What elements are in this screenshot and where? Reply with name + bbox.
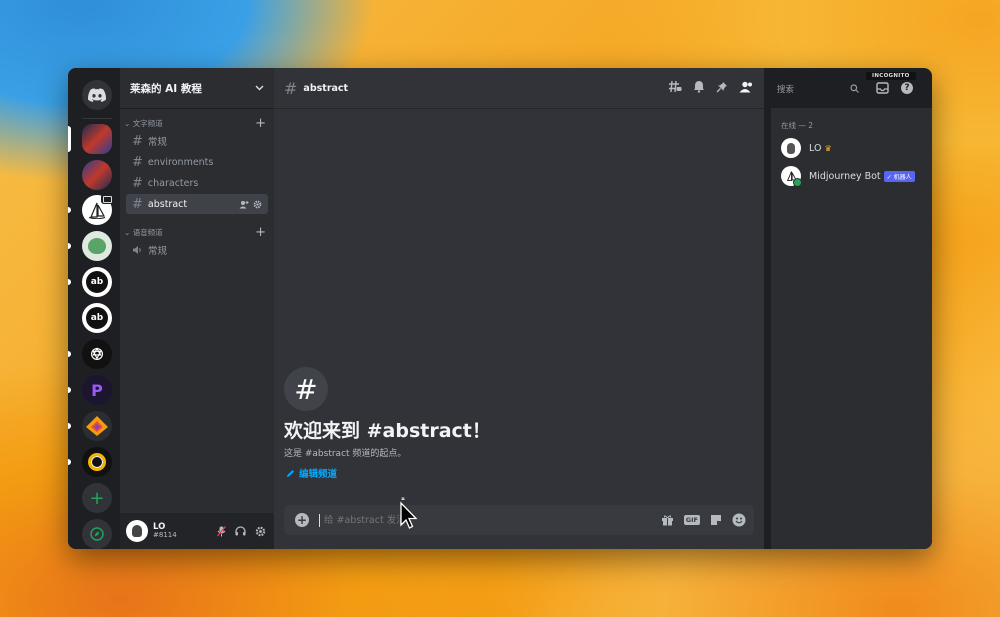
server-abstract-art-icon[interactable] [82, 124, 112, 154]
category-label: 文字频道 [132, 118, 163, 128]
category-text-channels[interactable]: ⌄ 文字频道 + [120, 116, 274, 131]
user-panel: LO #8114 [120, 513, 274, 549]
text-caret [319, 513, 320, 527]
active-server-pill [68, 126, 71, 152]
category-label: 语音频道 [132, 227, 163, 237]
user-tag: #8114 [153, 530, 177, 539]
channel-label: characters [147, 177, 199, 189]
chevron-down-icon: ⌄ [124, 118, 131, 128]
member-list-icon[interactable] [739, 81, 753, 93]
sticker-icon[interactable] [710, 514, 722, 526]
discord-window: ab ab P + 莱森的 AI 教程 ⌄ 文字频道 + # 常规 # envi… [68, 68, 932, 549]
bot-badge: ✓ 机器人 [883, 170, 915, 182]
channel-hashtag-icon: # [284, 367, 328, 411]
channel-label: 常规 [147, 137, 167, 148]
guild-name: 莱森的 AI 教程 [130, 82, 202, 95]
member-list: 在线 — 2 LO ♛ Midjourney Bot ✓ 机器人 [771, 108, 932, 549]
hashtag-icon: # [284, 78, 298, 98]
pin-icon[interactable] [716, 81, 728, 93]
channel-sidebar: 莱森的 AI 教程 ⌄ 文字频道 + # 常规 # environments # ch… [120, 68, 274, 549]
search-box[interactable]: 搜索 [772, 80, 864, 97]
gif-icon[interactable]: GIF [683, 515, 700, 525]
hashtag-icon: # [132, 154, 143, 170]
unread-pill [68, 459, 71, 465]
online-status-icon [793, 178, 802, 187]
server-rail: ab ab P + [68, 68, 120, 549]
chevron-down-icon [255, 85, 264, 91]
server-openai-icon[interactable] [82, 339, 112, 369]
edit-channel-label: 编辑频道 [299, 469, 338, 480]
server-ring-icon[interactable] [82, 447, 112, 477]
avatar [781, 166, 802, 187]
bell-icon[interactable] [693, 80, 705, 93]
message-input[interactable] [322, 513, 661, 527]
upload-plus-icon[interactable]: + [295, 513, 309, 527]
gear-icon[interactable] [253, 200, 262, 209]
voice-channel-general[interactable]: 常规 [126, 240, 268, 260]
server-frog-icon[interactable] [82, 231, 112, 261]
guild-header[interactable]: 莱森的 AI 教程 [120, 68, 274, 108]
server-ab-icon-2[interactable]: ab [82, 303, 112, 333]
gift-icon[interactable] [661, 514, 674, 526]
unread-pill [68, 423, 71, 429]
hashtag-icon: # [132, 175, 143, 191]
members-heading: 在线 — 2 [781, 121, 814, 130]
channel-label: environments [147, 156, 214, 168]
channel-title: abstract [303, 82, 349, 94]
speaker-icon [132, 245, 143, 255]
channel-item-general[interactable]: # 常规 [126, 131, 268, 151]
server-colorful-icon[interactable] [82, 411, 112, 441]
member-item[interactable]: Midjourney Bot ✓ 机器人 [771, 162, 932, 190]
chevron-down-icon: ⌄ [124, 227, 131, 237]
header-toolbar [668, 80, 753, 93]
unread-pill [68, 207, 71, 213]
pencil-icon [286, 469, 295, 478]
mute-microphone-icon[interactable] [217, 525, 226, 537]
channel-item-abstract[interactable]: # abstract [126, 194, 268, 214]
crown-icon: ♛ [824, 143, 832, 153]
server-p-icon[interactable]: P [82, 375, 112, 405]
search-icon [850, 84, 859, 93]
create-channel-plus-icon[interactable]: + [255, 225, 266, 240]
avatar[interactable] [126, 520, 148, 542]
unread-pill [68, 351, 71, 357]
user-settings-gear-icon[interactable] [255, 526, 266, 537]
incognito-badge: INCOGNITO [866, 72, 916, 80]
channel-label: abstract [147, 198, 188, 210]
edit-channel-link[interactable]: 编辑频道 [286, 466, 337, 480]
unread-pill [68, 243, 71, 249]
emoji-icon[interactable] [732, 513, 746, 527]
welcome-title: 欢迎来到 #abstract！ [284, 420, 491, 442]
threads-icon[interactable] [668, 80, 682, 93]
explore-servers-icon[interactable] [82, 519, 112, 549]
channel-item-environments[interactable]: # environments [126, 152, 268, 172]
headphones-icon[interactable] [235, 526, 246, 536]
category-voice-channels[interactable]: ⌄ 语音频道 + [120, 225, 274, 240]
chat-area: # abstract # 欢迎来到 #abstract！ 这是 #abstrac… [274, 68, 764, 549]
invite-member-icon[interactable] [239, 200, 249, 209]
search-placeholder: 搜索 [777, 84, 795, 95]
welcome-subtitle: 这是 #abstract 频道的起点。 [284, 449, 407, 459]
member-name: LO [809, 142, 822, 154]
member-name: Midjourney Bot [809, 170, 881, 182]
add-server-icon[interactable]: + [82, 483, 112, 513]
hashtag-icon: # [132, 133, 143, 149]
unread-pill [68, 279, 71, 285]
discord-home-icon[interactable] [82, 80, 112, 110]
speaker-badge-icon [101, 194, 113, 204]
server-art-icon-2[interactable] [82, 160, 112, 190]
help-icon[interactable]: ? [901, 82, 913, 94]
avatar [781, 138, 801, 158]
server-ab-icon[interactable]: ab [82, 267, 112, 297]
channel-item-characters[interactable]: # characters [126, 173, 268, 193]
mouse-cursor-icon [400, 497, 418, 529]
inbox-icon[interactable] [876, 82, 889, 94]
create-channel-plus-icon[interactable]: + [255, 116, 266, 131]
message-composer: + GIF [284, 505, 754, 535]
member-item[interactable]: LO ♛ [771, 134, 932, 162]
unread-pill [68, 387, 71, 393]
channel-label: 常规 [148, 246, 168, 257]
rail-divider [82, 118, 112, 119]
hashtag-icon: # [132, 196, 143, 212]
